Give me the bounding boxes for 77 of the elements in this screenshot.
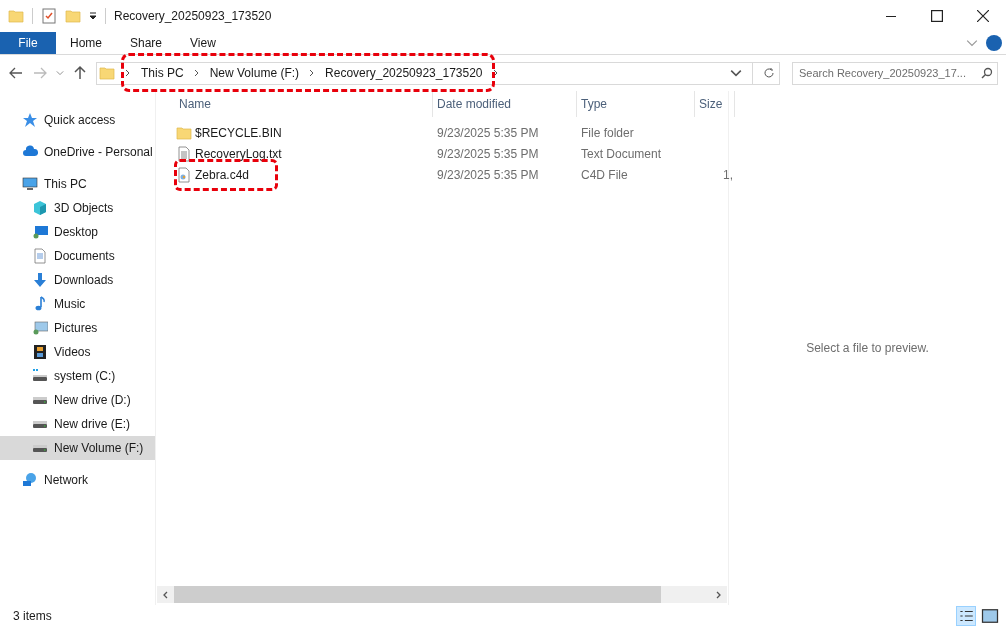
details-view-icon[interactable]: [956, 606, 976, 626]
type-cell: Text Document: [581, 146, 662, 161]
sidebar-item[interactable]: Quick access: [0, 108, 155, 132]
maximize-icon: [931, 10, 943, 22]
refresh-icon[interactable]: [763, 67, 775, 79]
folder-icon: [176, 124, 192, 141]
film-icon: [32, 344, 48, 360]
file-tab[interactable]: File: [0, 32, 56, 54]
ribbon-tab[interactable]: Share: [116, 32, 177, 54]
chevron-down-icon[interactable]: [730, 67, 742, 79]
download-icon: [32, 272, 48, 288]
chevron-right-icon: [309, 69, 316, 77]
sidebar-item[interactable]: Desktop: [0, 220, 155, 244]
sidebar-item[interactable]: OneDrive - Personal: [0, 140, 155, 164]
file-icon: [176, 166, 192, 183]
search-icon: [981, 67, 993, 79]
column-header[interactable]: Date modified: [433, 91, 577, 117]
ribbon-tab[interactable]: View: [176, 32, 230, 54]
sidebar-item[interactable]: Videos: [0, 340, 155, 364]
preview-message: Select a file to preview.: [806, 340, 929, 357]
column-header[interactable]: Name: [175, 91, 433, 117]
breadcrumb-item[interactable]: Recovery_20250923_173520: [325, 64, 483, 82]
cube-icon: [32, 200, 48, 216]
star-icon: [22, 112, 38, 128]
sidebar-item[interactable]: system (C:): [0, 364, 155, 388]
date-cell: 9/23/2025 5:35 PM: [437, 146, 539, 161]
help-icon[interactable]: [986, 35, 1002, 51]
monitor-icon: [22, 176, 38, 192]
size-cell: 1,: [723, 167, 733, 182]
file-name[interactable]: $RECYCLE.BIN: [195, 123, 282, 142]
up-arrow-icon[interactable]: [72, 65, 88, 81]
folder-icon: [8, 8, 24, 24]
drive-icon: [32, 395, 48, 405]
close-icon: [977, 10, 989, 22]
folder-icon: [65, 8, 81, 24]
address-bar[interactable]: This PC New Volume (F:) Recovery_20250923_173520: [96, 61, 780, 85]
date-cell: 9/23/2025 5:35 PM: [437, 167, 539, 182]
breadcrumb-item[interactable]: New Volume (F:): [209, 64, 300, 82]
file-name[interactable]: RecoveryLog.txt: [195, 144, 282, 163]
thumbnail-view-icon[interactable]: [980, 606, 1000, 626]
sidebar-item[interactable]: 3D Objects: [0, 196, 155, 220]
sidebar-item[interactable]: New drive (E:): [0, 412, 155, 436]
breadcrumb-item[interactable]: This PC: [141, 64, 184, 82]
drive-icon: [32, 443, 48, 453]
chevron-right-icon: [193, 69, 200, 77]
dropdown-icon[interactable]: [89, 10, 97, 22]
type-cell: File folder: [581, 125, 634, 140]
date-cell: 9/23/2025 5:35 PM: [437, 125, 539, 140]
search-field[interactable]: Search Recovery_20250923_17...: [792, 61, 998, 85]
network-icon: [22, 472, 38, 488]
window-title: Recovery_20250923_173520: [114, 8, 272, 25]
file-name[interactable]: Zebra.c4d: [195, 165, 250, 184]
sidebar-item[interactable]: Downloads: [0, 268, 155, 292]
type-cell: C4D File: [581, 167, 628, 182]
item-count: 3 items: [13, 608, 52, 625]
sidebar-item[interactable]: Pictures: [0, 316, 155, 340]
text-file-icon: [176, 145, 192, 162]
sidebar-item[interactable]: This PC: [0, 172, 155, 196]
folder-icon: [99, 65, 115, 81]
chevron-right-icon: [492, 69, 499, 77]
drive-icon: [32, 419, 48, 429]
ribbon-tab[interactable]: Home: [56, 32, 116, 54]
column-header[interactable]: Type: [577, 91, 695, 117]
sidebar-item[interactable]: New drive (D:): [0, 388, 155, 412]
back-arrow-icon[interactable]: [8, 65, 24, 81]
document-icon: [32, 248, 48, 264]
properties-icon[interactable]: [41, 8, 57, 24]
desktop-icon: [32, 224, 48, 240]
sidebar-item[interactable]: Documents: [0, 244, 155, 268]
pictures-icon: [32, 320, 48, 336]
chevron-right-icon: [125, 69, 131, 77]
column-header[interactable]: Size: [695, 91, 735, 117]
sidebar-item[interactable]: Network: [0, 468, 155, 492]
sidebar-item[interactable]: Music: [0, 292, 155, 316]
minimize-icon: [885, 15, 897, 17]
drive-icon: [32, 368, 48, 384]
sidebar-item[interactable]: New Volume (F:): [0, 436, 155, 460]
